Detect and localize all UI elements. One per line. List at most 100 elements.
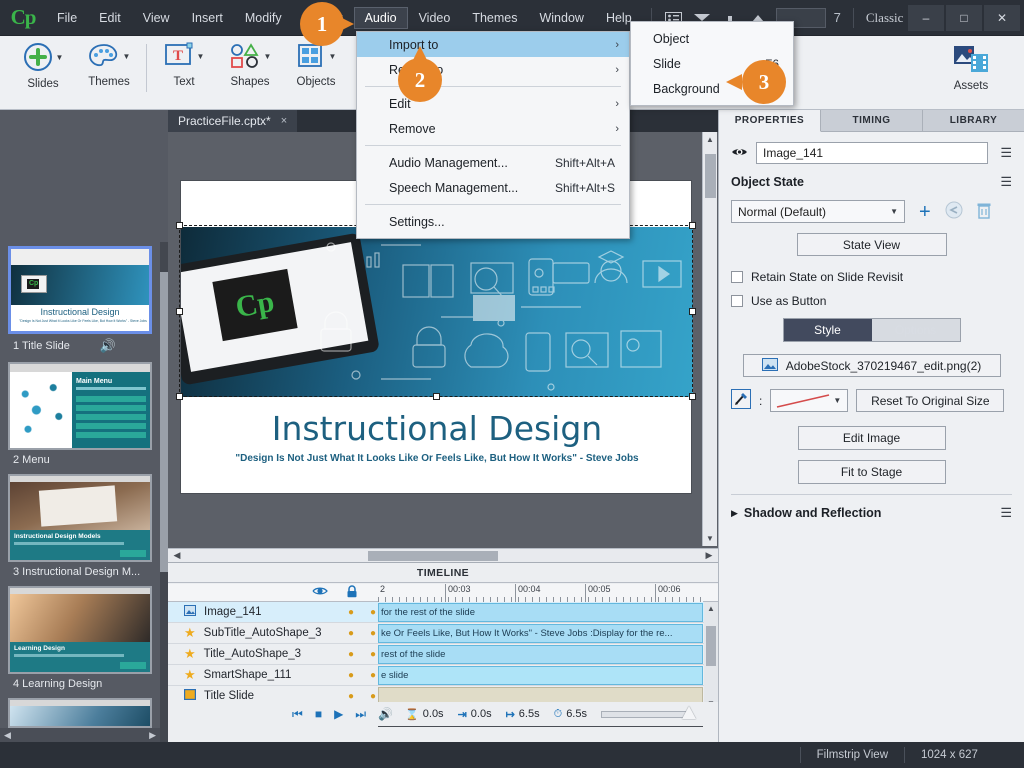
maximize-button[interactable]: □ <box>946 5 982 31</box>
table-row[interactable]: ★ SmartShape_111 ● ● e slide <box>168 665 718 686</box>
use-as-button-checkbox[interactable] <box>731 295 743 307</box>
slide-thumbnail[interactable] <box>8 698 152 728</box>
forward-button[interactable]: ⏭ <box>355 707 366 722</box>
timeline-ruler[interactable]: 2 00:03 00:04 00:05 00:06 <box>378 584 703 602</box>
tool-shapes[interactable]: ▼ Shapes <box>217 36 283 106</box>
fit-to-stage-button[interactable]: Fit to Stage <box>797 460 946 484</box>
menu-themes[interactable]: Themes <box>461 7 528 29</box>
menu-modify[interactable]: Modify <box>234 7 293 29</box>
menu-video[interactable]: Video <box>408 7 462 29</box>
timeline-bar[interactable]: rest of the slide <box>378 645 703 664</box>
chevron-down-icon[interactable]: ▼ <box>264 52 272 61</box>
slide-thumbnail[interactable]: Cp Instructional Design "Design Is Not J… <box>8 246 152 334</box>
panel-menu-icon[interactable]: ☰ <box>996 145 1012 161</box>
reset-to-original-size-button[interactable]: Reset To Original Size <box>856 389 1005 412</box>
tool-objects[interactable]: ▼ Objects <box>283 36 349 106</box>
list-item[interactable]: Main Menu 2 Menu <box>5 362 155 466</box>
object-name-field[interactable] <box>756 142 988 164</box>
chevron-down-icon[interactable]: ▼ <box>56 53 64 62</box>
document-tab[interactable]: PracticeFile.cptx* × <box>168 110 298 132</box>
menu-window[interactable]: Window <box>528 7 594 29</box>
shadow-reflection-row[interactable]: ▶ Shadow and Reflection ☰ <box>731 505 1012 521</box>
visible-dot[interactable]: ● <box>348 691 354 702</box>
zoom-slider-handle[interactable] <box>681 705 696 719</box>
eye-icon[interactable] <box>731 146 748 161</box>
scroll-right-icon[interactable]: ▶ <box>702 549 716 562</box>
image-name-field[interactable]: AdobeStock_370219467_edit.png(2) <box>742 354 1001 377</box>
scrollbar-thumb[interactable] <box>705 154 716 198</box>
menu-edit[interactable]: Edit <box>88 7 132 29</box>
tool-assets[interactable]: Assets <box>936 42 1006 92</box>
list-item[interactable]: Instructional Design Models 3 Instructio… <box>5 474 155 578</box>
chevron-down-icon[interactable]: ▼ <box>329 52 337 61</box>
menu-item-import-to[interactable]: Import to › <box>357 32 629 57</box>
menu-item-audio-management[interactable]: Audio Management... Shift+Alt+A <box>357 150 629 175</box>
retain-state-checkbox-row[interactable]: Retain State on Slide Revisit <box>731 270 1012 284</box>
close-button[interactable]: ✕ <box>984 5 1020 31</box>
state-view-button[interactable]: State View <box>796 233 947 256</box>
chevron-right-icon[interactable]: ▶ <box>731 508 738 519</box>
tab-library[interactable]: LIBRARY <box>923 110 1024 132</box>
tool-text[interactable]: T ▼ Text <box>151 36 217 106</box>
scroll-up-icon[interactable]: ▲ <box>706 135 714 144</box>
slide-thumbnail[interactable]: Instructional Design Models <box>8 474 152 562</box>
visible-dot[interactable]: ● <box>348 670 354 681</box>
filmstrip-list[interactable]: Cp Instructional Design "Design Is Not J… <box>0 242 160 768</box>
use-as-button-checkbox-row[interactable]: Use as Button <box>731 294 1012 308</box>
slide-title-text[interactable]: Instructional Design <box>181 409 693 448</box>
slide-banner-image[interactable]: Cp <box>181 227 693 397</box>
timeline-bar[interactable]: for the rest of the slide <box>378 603 703 622</box>
prev-slide-icon[interactable]: ◀ <box>4 730 11 741</box>
submenu-item-object[interactable]: Object <box>631 26 793 51</box>
lock-dot[interactable]: ● <box>370 628 376 639</box>
section-menu-icon[interactable]: ☰ <box>996 174 1012 190</box>
slide-subtitle-text[interactable]: "Design Is Not Just What It Looks Like O… <box>181 453 693 464</box>
menu-file[interactable]: File <box>46 7 88 29</box>
filmstrip-scrollbar[interactable] <box>160 242 168 768</box>
stage-vertical-scrollbar[interactable]: ▲ ▼ <box>702 132 717 546</box>
visible-dot[interactable]: ● <box>348 649 354 660</box>
state-dropdown[interactable]: Normal (Default) ▼ <box>731 200 905 223</box>
scrollbar-thumb[interactable] <box>706 626 716 666</box>
rewind-button[interactable]: ⏮ <box>292 707 303 722</box>
tab-timing[interactable]: TIMING <box>821 110 923 132</box>
timeline-vertical-scrollbar[interactable]: ▲ ▼ <box>704 602 718 710</box>
edit-image-button[interactable]: Edit Image <box>797 426 946 450</box>
visible-dot[interactable]: ● <box>348 628 354 639</box>
menu-item-settings[interactable]: Settings... <box>357 209 629 234</box>
zoom-slider[interactable] <box>600 705 696 719</box>
tab-options[interactable]: Options <box>872 319 960 341</box>
scroll-down-icon[interactable]: ▼ <box>706 534 714 543</box>
table-row[interactable]: ★ SubTitle_AutoShape_3 ● ● ke Or Feels L… <box>168 623 718 644</box>
menu-item-speech-management[interactable]: Speech Management... Shift+Alt+S <box>357 175 629 200</box>
close-icon[interactable]: × <box>281 115 287 127</box>
menu-view[interactable]: View <box>132 7 181 29</box>
retain-state-checkbox[interactable] <box>731 271 743 283</box>
tab-style[interactable]: Style <box>783 319 872 341</box>
list-item[interactable]: Cp Instructional Design "Design Is Not J… <box>5 246 155 354</box>
delete-state-button[interactable] <box>977 202 991 222</box>
scrollbar-thumb[interactable] <box>160 272 168 572</box>
timeline-bar[interactable]: ke Or Feels Like, But How It Works" - St… <box>378 624 703 643</box>
menu-audio[interactable]: Audio <box>353 6 408 29</box>
play-button[interactable]: ▶ <box>334 707 343 721</box>
timeline-bar[interactable]: e slide <box>378 666 703 685</box>
reset-state-button[interactable] <box>945 201 963 222</box>
lock-dot[interactable]: ● <box>370 670 376 681</box>
eye-icon[interactable] <box>312 585 328 600</box>
list-item[interactable]: Learning Design 4 Learning Design <box>5 586 155 690</box>
slide-thumbnail[interactable]: Learning Design <box>8 586 152 674</box>
tool-slides[interactable]: ▼ Slides <box>10 36 76 106</box>
lock-dot[interactable]: ● <box>370 607 376 618</box>
chevron-down-icon[interactable]: ▼ <box>123 52 131 61</box>
lock-icon[interactable] <box>346 584 358 601</box>
minimize-button[interactable]: – <box>908 5 944 31</box>
scroll-left-icon[interactable]: ◀ <box>170 549 184 562</box>
line-style-dropdown[interactable]: ▼ <box>770 389 849 412</box>
stage-horizontal-scrollbar[interactable]: ◀ ▶ <box>168 548 718 562</box>
scroll-up-icon[interactable]: ▲ <box>707 604 715 613</box>
stop-button[interactable]: ■ <box>315 707 322 721</box>
eyedropper-icon[interactable] <box>731 389 751 412</box>
menu-item-remove[interactable]: Remove › <box>357 116 629 141</box>
next-slide-icon[interactable]: ▶ <box>149 730 156 741</box>
